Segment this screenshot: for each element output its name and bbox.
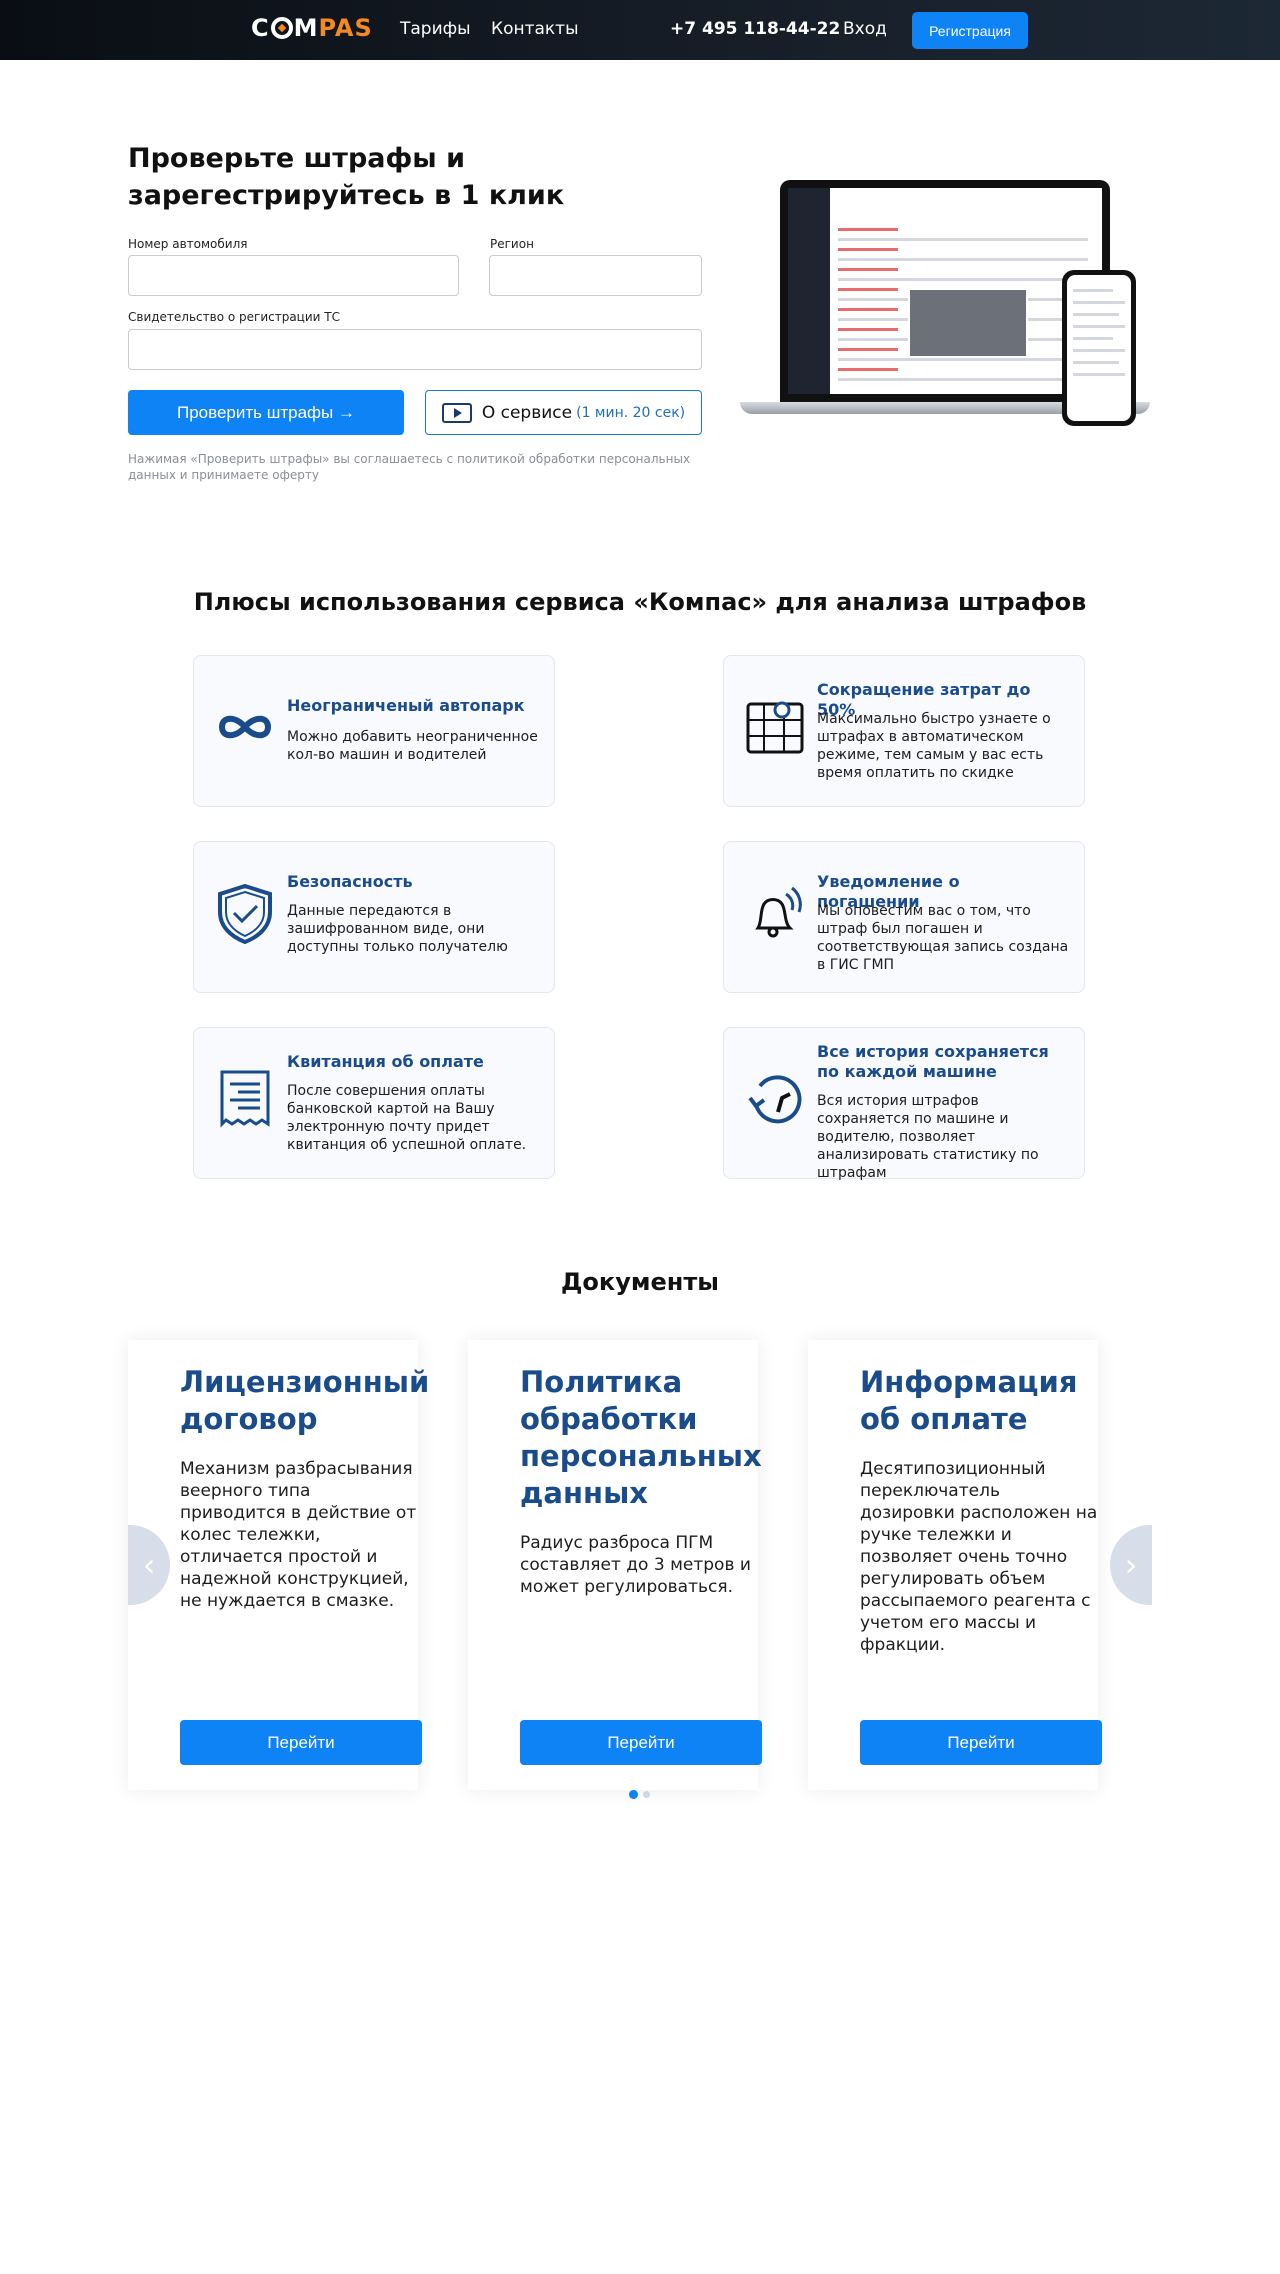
benefit-title: Все история сохраняется по каждой машине — [817, 1042, 1049, 1081]
about-service-label: О сервисе — [481, 402, 573, 423]
phone-mockup — [1062, 270, 1136, 426]
register-button[interactable]: Регистрация — [912, 12, 1028, 49]
benefit-card: Квитанция об оплате После совершения опл… — [193, 1027, 555, 1179]
check-fines-button[interactable]: Проверить штрафы → — [128, 390, 404, 435]
nav-contacts-link[interactable]: Контакты — [491, 19, 579, 39]
document-card: Информация об оплате Десятипозиционный п… — [808, 1340, 1102, 1790]
history-icon — [744, 1068, 806, 1130]
document-title: Информация об оплате — [860, 1365, 1078, 1436]
about-service-button[interactable]: О сервисе (1 мин. 20 сек) — [425, 390, 702, 435]
bell-icon — [744, 882, 806, 944]
document-text: Механизм разбрасывания веерного типа при… — [180, 1459, 417, 1611]
benefit-text: Можно добавить неограниченное кол-во маш… — [287, 729, 538, 763]
benefit-title: Безопасность — [287, 872, 413, 891]
region-input[interactable] — [489, 255, 702, 296]
benefit-card: Сокращение затрат до 50% Максимально быс… — [723, 655, 1085, 807]
document-card: Политика обработки персональных данных Р… — [468, 1340, 762, 1790]
benefit-text: Вся история штрафов сохраняется по машин… — [817, 1093, 1039, 1181]
benefit-card: Безопасность Данные передаются в зашифро… — [193, 841, 555, 993]
car-number-input[interactable] — [128, 255, 459, 296]
compass-icon — [270, 17, 293, 39]
region-label: Регион — [490, 237, 534, 251]
logo-letters-pas: PAS — [318, 14, 373, 42]
document-go-button[interactable]: Перейти — [520, 1720, 762, 1765]
shield-check-icon — [214, 882, 276, 945]
document-card: Лицензионный договор Механизм разбрасыва… — [128, 1340, 430, 1790]
certificate-input[interactable] — [128, 329, 702, 370]
benefit-title: Неограниченый автопарк — [287, 696, 525, 715]
benefit-text: После совершения оплаты банковской карто… — [287, 1083, 527, 1153]
compas-logo[interactable]: C M PAS — [251, 14, 373, 42]
benefit-text: Максимально быстро узнаете о штрафах в а… — [817, 711, 1051, 781]
hero-title: Проверьте штрафы и зарегестрируйтесь в 1… — [128, 143, 565, 211]
receipt-icon — [214, 1068, 276, 1130]
benefit-text: Данные передаются в зашифрованном виде, … — [287, 903, 508, 955]
document-title: Политика обработки персональных данных — [520, 1365, 762, 1510]
play-icon — [441, 402, 472, 423]
car-number-label: Номер автомобиля — [128, 237, 248, 251]
logo-letter-c: C — [251, 14, 270, 42]
infinity-icon — [214, 696, 276, 758]
top-header: C M PAS Тарифы Контакты +7 495 118-44-22… — [0, 0, 1280, 60]
nav-tariffs-link[interactable]: Тарифы — [400, 19, 471, 39]
carousel-dot[interactable] — [643, 1791, 650, 1798]
logo-letter-m: M — [293, 14, 319, 42]
phone-number[interactable]: +7 495 118-44-22 — [670, 19, 840, 39]
certificate-label: Свидетельство о регистрации ТС — [128, 310, 340, 324]
document-text: Десятипозиционный переключатель дозировк… — [860, 1459, 1098, 1655]
benefit-card: Неограниченый автопарк Можно добавить не… — [193, 655, 555, 807]
benefit-title: Квитанция об оплате — [287, 1052, 484, 1071]
benefits-title: Плюсы использования сервиса «Компас» для… — [193, 588, 1087, 616]
documents-title: Документы — [561, 1268, 719, 1296]
devices-mockup-image — [740, 180, 1150, 430]
benefit-card: Уведомление о погашении Мы оповестим вас… — [723, 841, 1085, 993]
carousel-dot-active[interactable] — [629, 1790, 638, 1799]
document-go-button[interactable]: Перейти — [860, 1720, 1102, 1765]
login-link[interactable]: Вход — [843, 19, 887, 39]
about-duration: (1 мин. 20 сек) — [576, 404, 686, 421]
document-title: Лицензионный договор — [180, 1365, 430, 1436]
document-go-button[interactable]: Перейти — [180, 1720, 422, 1765]
map-pin-icon — [744, 696, 806, 758]
document-text: Радиус разброса ПГМ составляет до 3 метр… — [520, 1533, 751, 1597]
benefit-card: Все история сохраняется по каждой машине… — [723, 1027, 1085, 1181]
laptop-screen — [780, 180, 1110, 402]
consent-disclaimer: Нажимая «Проверить штрафы» вы соглашаете… — [128, 452, 691, 482]
benefit-text: Мы оповестим вас о том, что штраф был по… — [817, 903, 1069, 973]
carousel-next-arrow-icon[interactable]: › — [1110, 1525, 1152, 1605]
